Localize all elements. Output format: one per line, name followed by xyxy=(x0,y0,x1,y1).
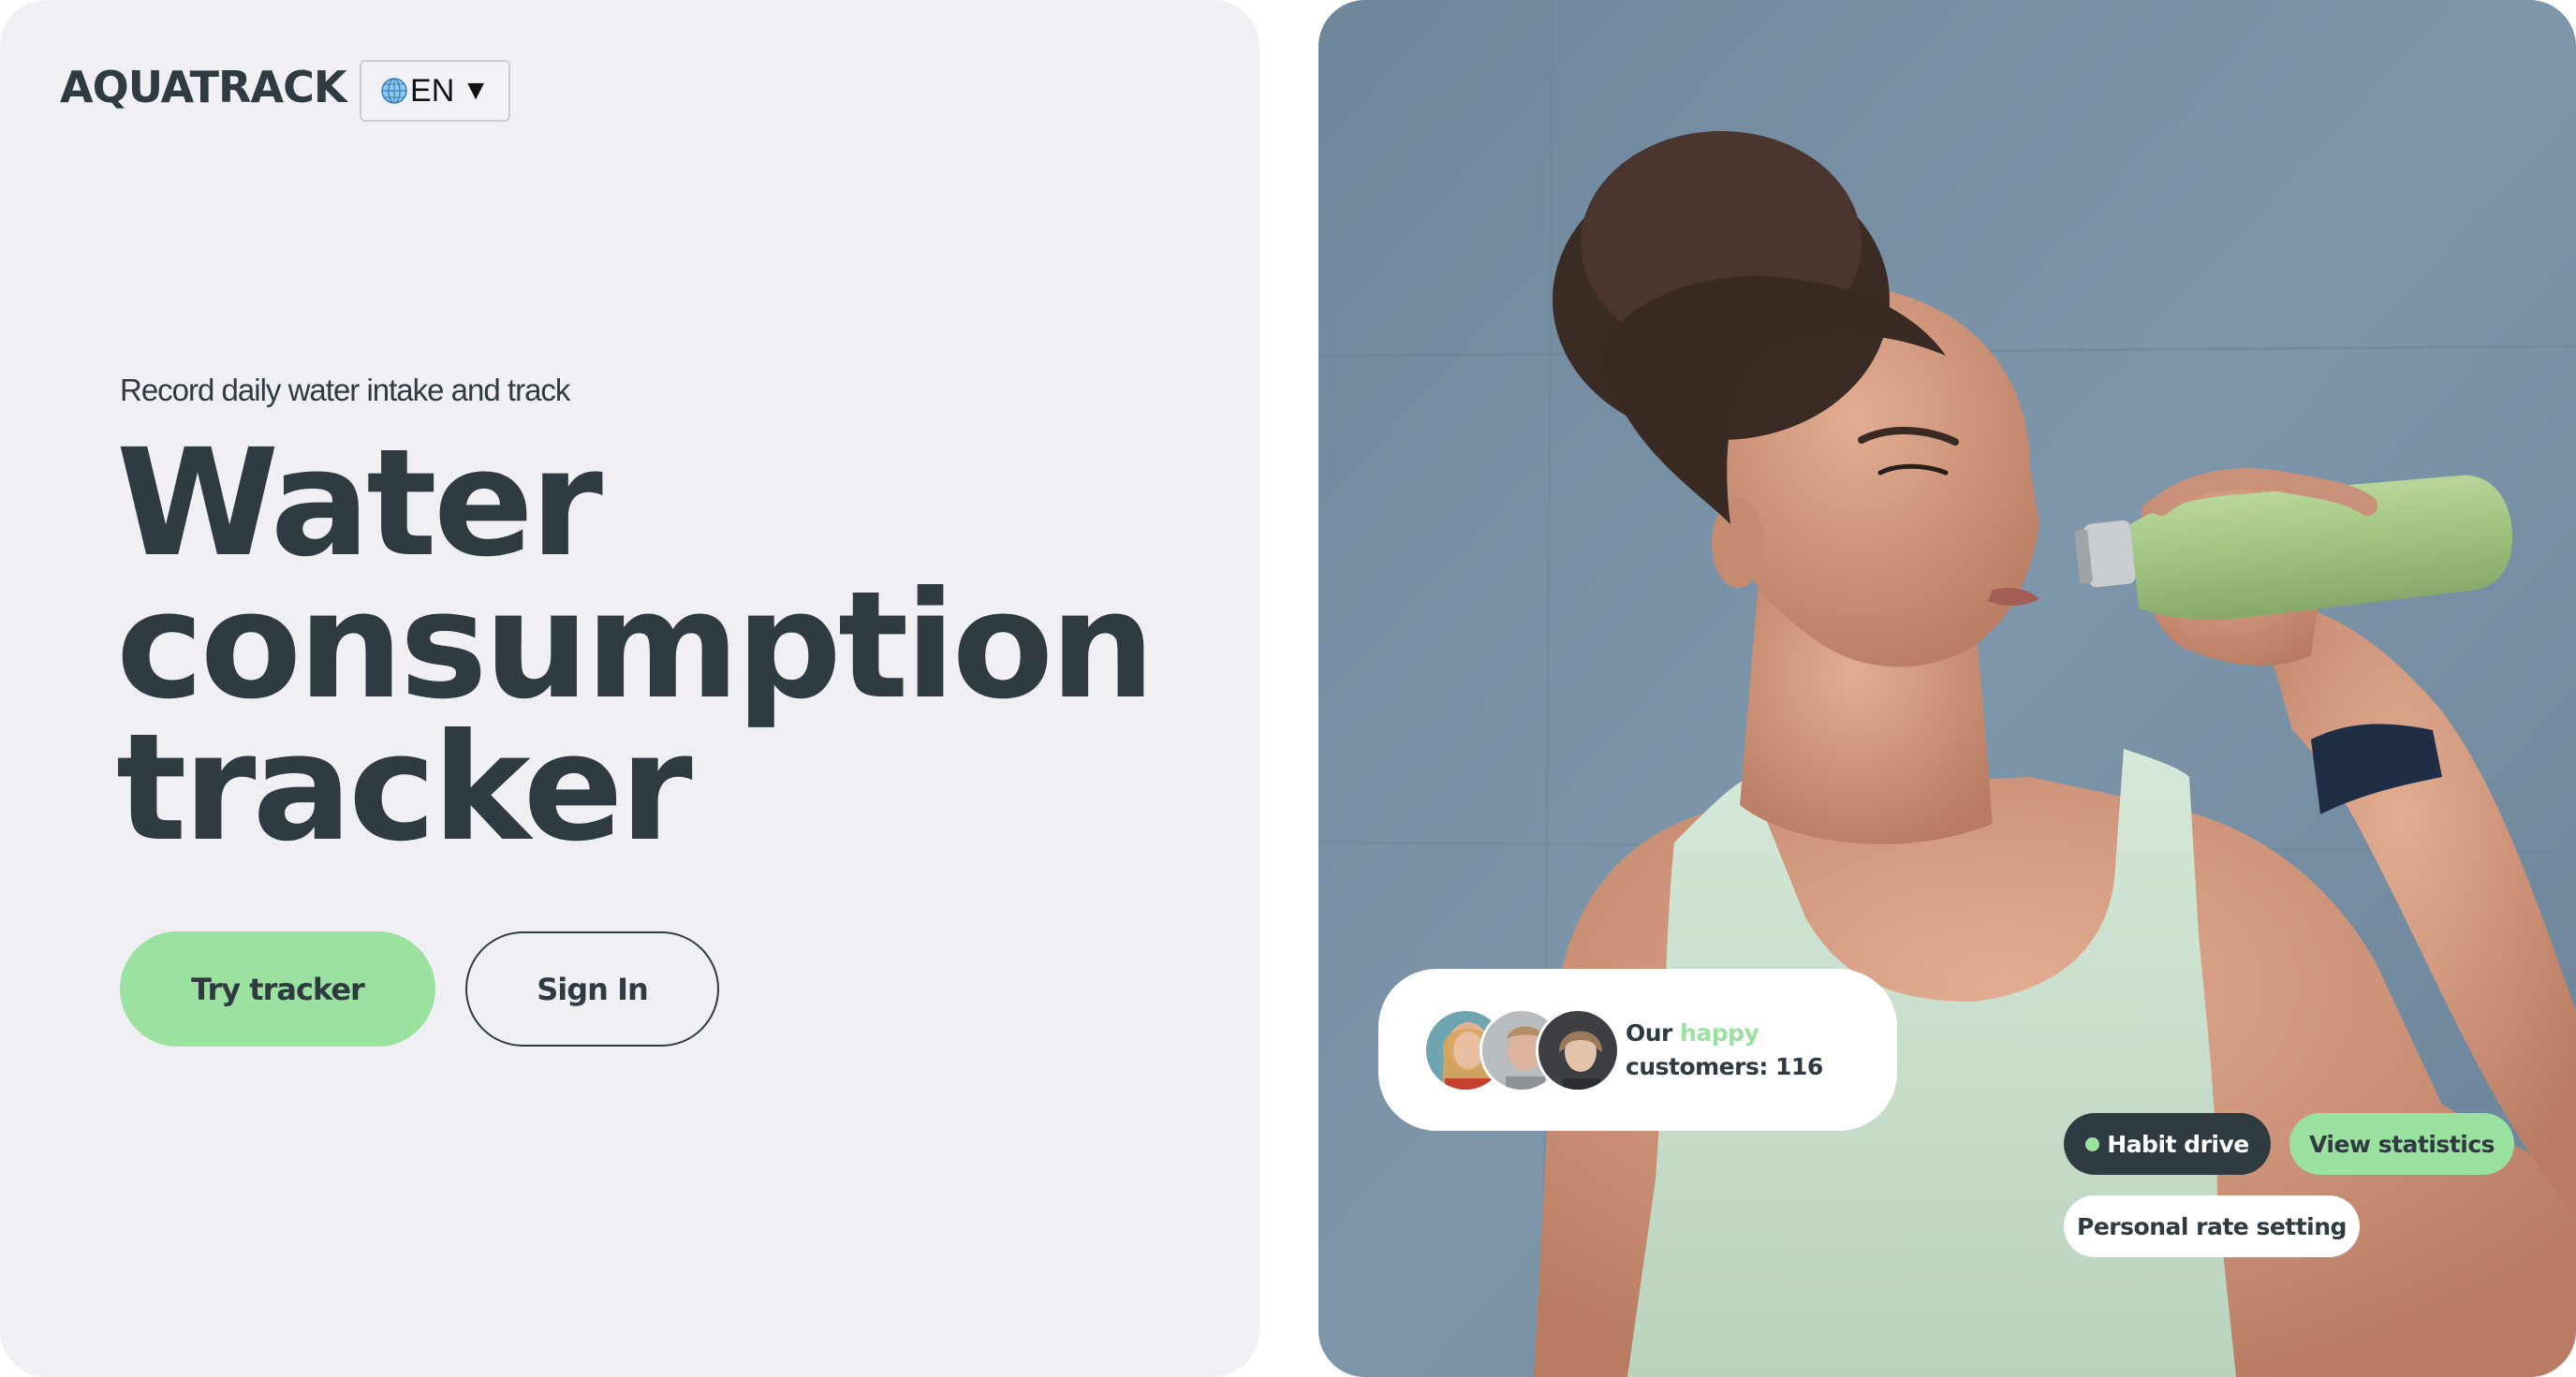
headline-line: Water xyxy=(116,417,603,590)
globe-icon xyxy=(381,78,407,104)
headline-line: tracker xyxy=(116,702,693,874)
customers-card: Our happy customers: 116 xyxy=(1378,969,1897,1131)
caret-down-icon: ▼ xyxy=(462,75,490,106)
try-tracker-button[interactable]: Try tracker xyxy=(120,931,435,1047)
customers-highlight: happy xyxy=(1680,1018,1759,1047)
hero-panel: AQUATRACK EN ▼ Record daily water intake… xyxy=(0,0,1259,1377)
view-statistics-chip[interactable]: View statistics xyxy=(2289,1113,2514,1175)
habit-drive-chip[interactable]: Habit drive xyxy=(2064,1113,2271,1175)
status-dot-icon xyxy=(2085,1136,2100,1151)
avatar-group xyxy=(1423,1007,1622,1092)
language-label: EN xyxy=(410,72,455,109)
headline-line: consumption xyxy=(116,560,1156,732)
language-select[interactable]: EN ▼ xyxy=(360,60,510,122)
sign-in-button[interactable]: Sign In xyxy=(465,931,719,1047)
customers-prefix: Our xyxy=(1626,1018,1672,1047)
customers-line2: customers: 116 xyxy=(1626,1052,1823,1080)
personal-rate-chip[interactable]: Personal rate setting xyxy=(2064,1195,2360,1257)
hero-headline: Water consumption tracker xyxy=(116,417,1240,874)
logo[interactable]: AQUATRACK xyxy=(60,62,346,112)
hero-subtitle: Record daily water intake and track xyxy=(120,373,570,407)
avatar xyxy=(1536,1007,1620,1092)
habit-drive-label: Habit drive xyxy=(2107,1130,2249,1158)
customers-count: Our happy customers: 116 xyxy=(1626,1017,1823,1084)
